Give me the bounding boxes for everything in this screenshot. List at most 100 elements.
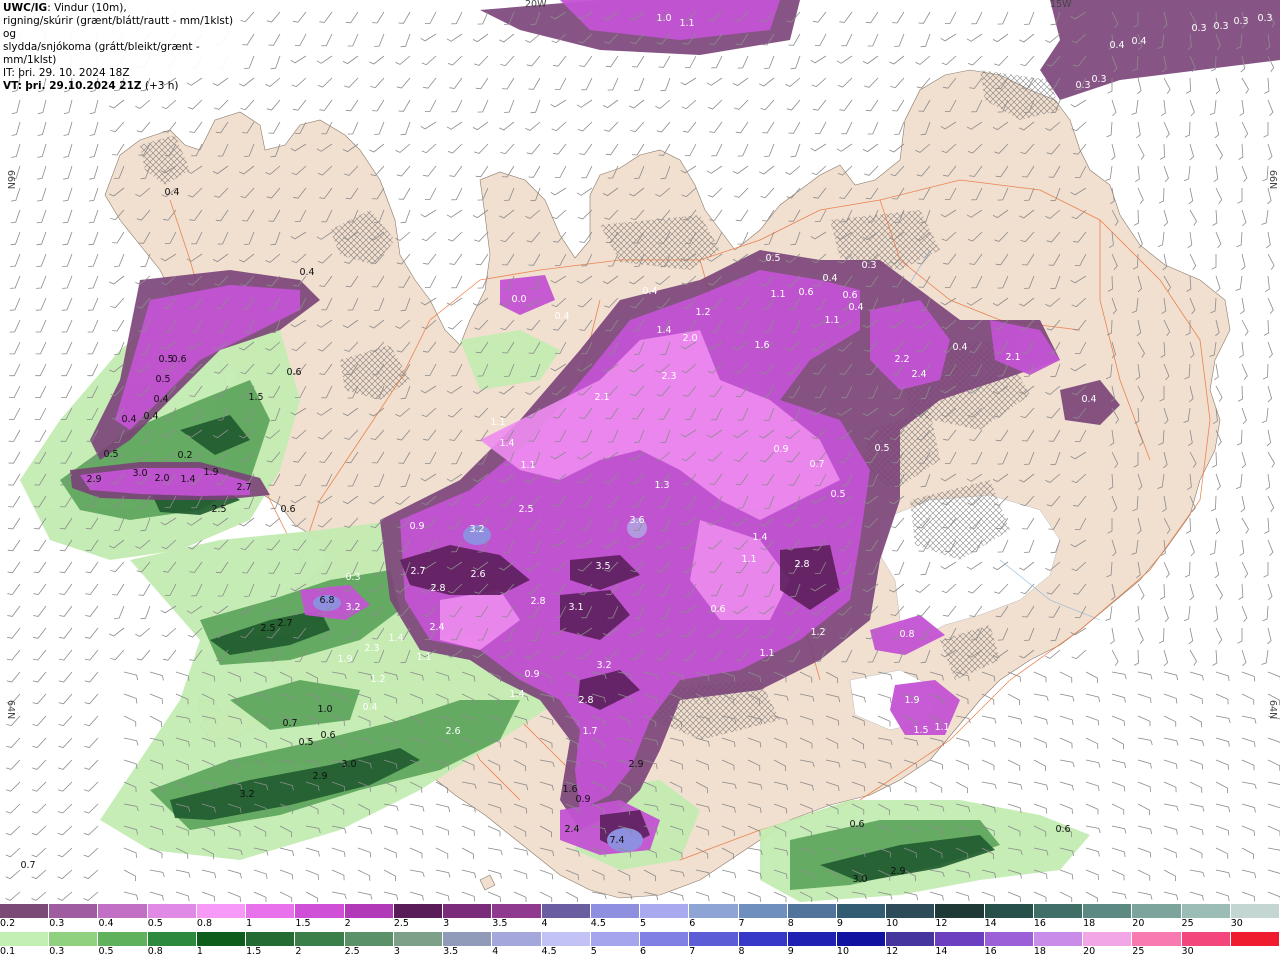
precip-value-label: 2.4 <box>429 622 444 633</box>
precip-value-label: 1.4 <box>752 532 767 543</box>
precip-value-label: 0.4 <box>121 414 136 425</box>
precip-value-label: 0.5 <box>874 443 889 454</box>
precip-value-label: 0.3 <box>861 260 876 271</box>
precip-value-label: 0.7 <box>809 459 824 470</box>
legend-tick: 7 <box>738 918 745 929</box>
legend-swatch <box>246 904 296 918</box>
precip-value-label: 0.5 <box>103 449 118 460</box>
precip-value-label: 0.9 <box>773 444 788 455</box>
legend-swatch <box>1033 932 1084 946</box>
legend-tick: 3 <box>443 918 450 929</box>
legend-tick: 12 <box>935 918 948 929</box>
legend-tick: 14 <box>984 918 997 929</box>
title-box: UWC/IG: Vindur (10m), rigning/skúrir (gr… <box>0 0 240 92</box>
legend-tick: 0.8 <box>147 946 163 957</box>
precip-value-label: 0.4 <box>362 702 377 713</box>
precip-value-label: 2.7 <box>277 618 292 629</box>
precip-value-label: 6.8 <box>319 595 334 606</box>
valid-time: VT: þri. 29.10.2024 21Z (+3 h) <box>3 80 237 93</box>
legend-tick: 3 <box>393 946 400 957</box>
precip-value-label: 0.4 <box>1081 394 1096 405</box>
model-name: UWC/IG <box>3 2 48 14</box>
legend-tick: 4 <box>541 918 548 929</box>
graticule-64n-right: 64N <box>1267 700 1278 719</box>
legend-swatch <box>49 932 99 946</box>
legend-tick: 8 <box>787 918 794 929</box>
precip-value-label: 1.0 <box>656 13 671 24</box>
legend-swatch <box>1230 932 1280 946</box>
precip-value-label: 0.4 <box>143 411 158 422</box>
precip-value-label: 1.1 <box>679 18 694 29</box>
precip-value-label: 0.6 <box>320 730 335 741</box>
precip-value-label: 2.4 <box>564 824 579 835</box>
precip-value-label: 0.4 <box>153 394 168 405</box>
precip-value-label: 1.1 <box>490 417 505 428</box>
legend-tick: 0.3 <box>49 946 65 957</box>
precip-value-label: 1.2 <box>370 674 385 685</box>
precip-value-label: 0.6 <box>1055 824 1070 835</box>
precip-value-label: 1.1 <box>934 722 949 733</box>
precip-value-label: 2.5 <box>260 623 275 634</box>
legend-tick: 0.3 <box>49 918 65 929</box>
precip-value-label: 1.1 <box>741 554 756 565</box>
valid-time-label: VT: <box>3 80 22 92</box>
legend-tick: 16 <box>1033 918 1046 929</box>
legend-swatch <box>1181 904 1231 918</box>
precip-value-label: 0.2 <box>1009 66 1024 77</box>
legend-swatch <box>689 904 739 918</box>
precip-value-label: 3.2 <box>596 660 611 671</box>
precip-value-label: 2.8 <box>578 695 593 706</box>
legend-tick: 30 <box>1181 946 1194 957</box>
valid-time-offset: (+3 h) <box>144 80 179 92</box>
precip-value-label: 1.4 <box>499 438 514 449</box>
legend-swatch <box>935 904 985 918</box>
precip-value-label: 1.2 <box>810 627 825 638</box>
legend-swatch <box>0 932 50 946</box>
precip-value-label: 3.2 <box>239 789 254 800</box>
legend-tick: 6 <box>689 918 696 929</box>
precip-value-label: 1.4 <box>180 474 195 485</box>
legend-swatch <box>196 904 247 918</box>
weather-map[interactable]: 20W 15W 66N 66N 64N 64N 1.0 1.1 0.3 0.3 0.3 0… <box>0 0 1280 902</box>
init-time: IT: þri. 29. 10. 2024 18Z <box>3 67 237 80</box>
legend-swatch <box>787 932 837 946</box>
precip-value-label: 0.4 <box>822 273 837 284</box>
precip-value-label: 1.0 <box>317 704 332 715</box>
precip-value-label: 1.5 <box>913 725 928 736</box>
legend-tick: 2.5 <box>344 946 360 957</box>
precip-value-label: 0.5 <box>155 374 170 385</box>
precip-value-label: 1.5 <box>248 392 263 403</box>
legend-swatch <box>1033 904 1084 918</box>
precip-value-label: 0.3 <box>1091 74 1106 85</box>
precip-value-label: 2.1 <box>594 392 609 403</box>
precip-value-label: 2.7 <box>236 482 251 493</box>
graticule-66n-right: 66N <box>1267 170 1278 189</box>
rain-colorbar-ticks: 0.1 0.3 0.5 0.8 1 1.5 2 2.5 3 3.5 4 4.5 5 6 7 8 9 10 12 14 1… <box>0 946 1280 960</box>
legend-tick: 3.5 <box>443 946 459 957</box>
graticule-20w: 20W <box>525 0 547 10</box>
precip-value-label: 0.4 <box>642 286 657 297</box>
legend-swatch <box>147 932 197 946</box>
legend-swatch <box>344 904 394 918</box>
graticule-15w: 15W <box>1050 0 1072 10</box>
precip-value-label: 0.5 <box>765 253 780 264</box>
legend-swatch <box>836 904 887 918</box>
precip-value-label: 0.4 <box>554 311 569 322</box>
legend-swatch <box>0 904 50 918</box>
legend-tick: 18 <box>1033 946 1046 957</box>
precip-value-label: 0.6 <box>171 354 186 365</box>
legend-swatch <box>443 904 493 918</box>
precip-value-label: 2.6 <box>445 726 460 737</box>
precip-value-label: 0.0 <box>511 294 526 305</box>
legend-swatch <box>836 932 887 946</box>
precip-value-label: 3.0 <box>341 759 356 770</box>
legend-swatch <box>147 904 197 918</box>
legend-tick: 6 <box>640 946 647 957</box>
precip-value-label: 2.9 <box>86 474 101 485</box>
legend-swatch <box>1230 904 1280 918</box>
init-time-value: þri. 29. 10. 2024 18Z <box>18 67 130 79</box>
precip-value-label: 0.6 <box>280 504 295 515</box>
precip-value-label: 0.9 <box>409 521 424 532</box>
snow-colorbar <box>0 904 1280 918</box>
precip-value-label: 0.3 <box>1233 16 1248 27</box>
